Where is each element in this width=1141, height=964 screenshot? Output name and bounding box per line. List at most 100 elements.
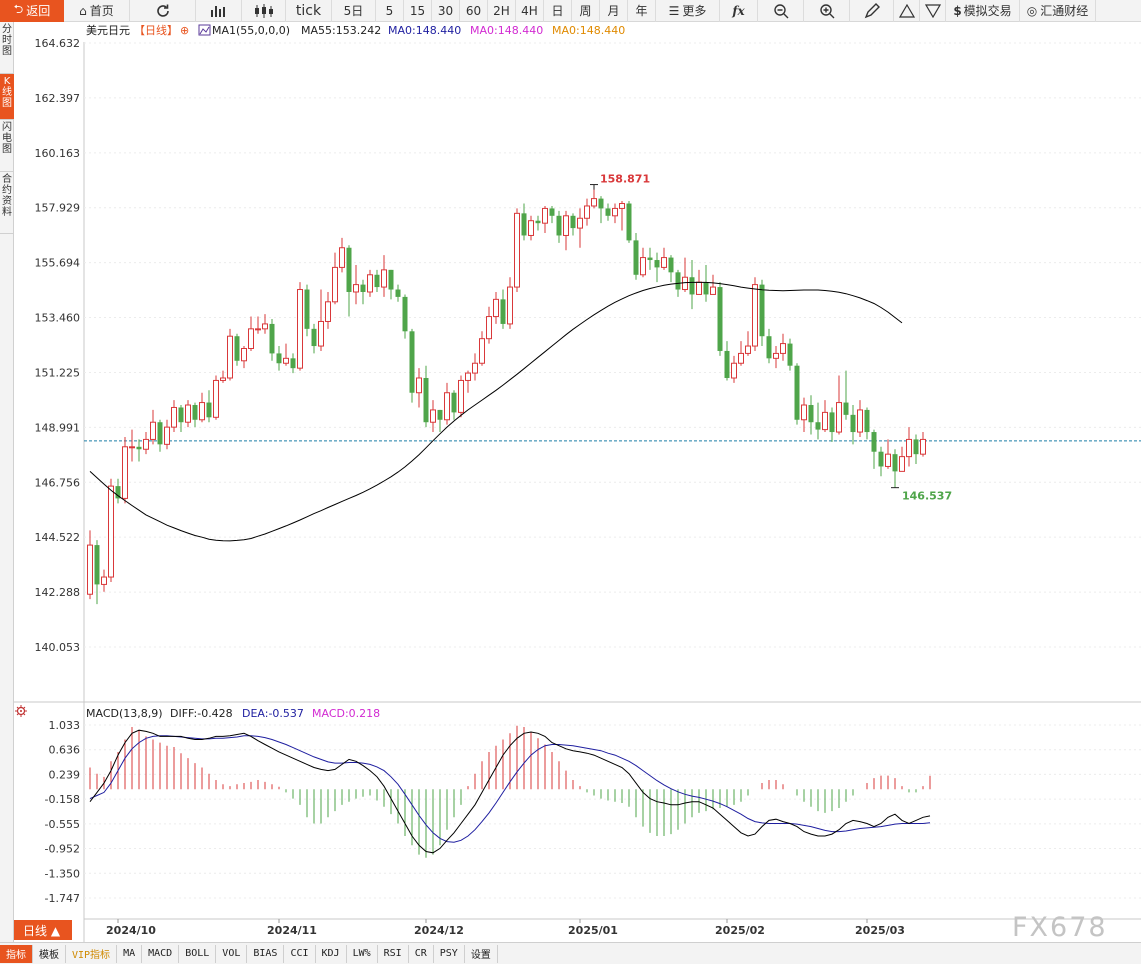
price-tick-label: 142.288 — [35, 586, 81, 599]
period-15m-button[interactable]: 15 — [404, 0, 432, 22]
candle-body-up — [822, 411, 828, 431]
candle-body-up — [318, 320, 324, 347]
price-tick-label: 155.694 — [35, 257, 81, 270]
macd-tick-label: 0.239 — [49, 768, 81, 781]
price-tick-label: 140.053 — [35, 641, 81, 654]
sidebar-item-kline[interactable]: K线图 — [0, 74, 14, 120]
candle-body-up — [325, 301, 331, 322]
period-day-button[interactable]: 日 — [544, 0, 572, 22]
candle-body-down — [654, 260, 660, 268]
sim-trade-button[interactable]: $ 模拟交易 — [946, 0, 1020, 22]
indicator-tab[interactable]: PSY — [434, 944, 465, 963]
home-label: 首页 — [89, 4, 114, 18]
bar-chart-button[interactable] — [196, 0, 242, 22]
indicator-tab[interactable]: CCI — [284, 944, 316, 963]
candle-body-down — [626, 203, 632, 241]
indicator-tab[interactable]: 模板 — [33, 944, 66, 963]
indicator-tab[interactable]: MA — [117, 944, 143, 963]
candle-body-up — [563, 215, 569, 236]
period-5d-button[interactable]: 5日 — [332, 0, 376, 22]
macd-legend-macd: MACD:0.218 — [312, 707, 380, 720]
candle-body-up — [773, 352, 779, 359]
candle-body-up — [255, 328, 261, 331]
candle-body-up — [283, 357, 289, 364]
back-button[interactable]: ⮌ 返回 — [0, 0, 64, 22]
period-week-button[interactable]: 周 — [572, 0, 600, 22]
price-tick-label: 160.163 — [35, 147, 81, 160]
zoom-out-button[interactable] — [758, 0, 804, 22]
candle-body-down — [689, 277, 695, 295]
candle-body-up — [150, 421, 156, 440]
period-month-button[interactable]: 月 — [600, 0, 628, 22]
candle-body-up — [122, 446, 128, 499]
sidebar-item-timeshare[interactable]: 分时图 — [0, 22, 14, 74]
indicator-tab[interactable]: BOLL — [179, 944, 217, 963]
macd-legend-diff: DIFF:-0.428 — [170, 707, 233, 720]
more-button[interactable]: ☰ 更多 — [656, 0, 720, 22]
indicator-tab[interactable]: MACD — [142, 944, 180, 963]
brand-button[interactable]: ◎ 汇通财经 — [1020, 0, 1096, 22]
period-5m-label: 5 — [385, 3, 394, 18]
zoom-in-button[interactable] — [804, 0, 850, 22]
candle-body-up — [486, 316, 492, 340]
kline-chart[interactable]: 164.632 162.397 160.163 157.929 155.694 153.4… — [14, 22, 1141, 942]
indicator-tab[interactable]: RSI — [378, 944, 409, 963]
candle-body-up — [738, 352, 744, 364]
candle-body-down — [787, 343, 793, 366]
candle-body-up — [171, 406, 177, 428]
indicator-tab[interactable]: LW% — [347, 944, 378, 963]
candle-body-up — [108, 485, 114, 578]
indicator-tab[interactable]: KDJ — [316, 944, 347, 963]
tick-button[interactable]: tick — [286, 0, 332, 22]
price-tick-label: 153.460 — [35, 312, 81, 325]
draw-button[interactable] — [850, 0, 894, 22]
legend-period-icon[interactable]: ⊕ — [180, 24, 189, 37]
formula-button[interactable]: fx — [720, 0, 758, 22]
candlestick-icon — [254, 3, 273, 18]
macd-tick-label: -0.158 — [45, 793, 80, 806]
indicator-tab[interactable]: 指标 — [0, 944, 33, 963]
triangle-down-button[interactable] — [920, 0, 946, 22]
sidebar-item-contract[interactable]: 合约资料 — [0, 172, 14, 234]
candle-body-up — [248, 328, 254, 350]
price-tick-label: 164.632 — [35, 37, 81, 50]
zoom-in-icon — [819, 3, 834, 18]
period-15m-label: 15 — [409, 3, 426, 18]
indicator-tab[interactable]: 设置 — [465, 944, 498, 963]
sidebar: 分时图 K线图 闪电图 合约资料 — [0, 22, 14, 942]
period-60m-button[interactable]: 60 — [460, 0, 488, 22]
more-label: 更多 — [682, 4, 707, 18]
period-5m-button[interactable]: 5 — [376, 0, 404, 22]
pencil-icon — [864, 2, 880, 18]
period-select-label[interactable]: 日线 ▲ — [23, 924, 61, 938]
candle-body-down — [136, 446, 142, 450]
candle-body-up — [416, 377, 422, 394]
indicator-tab[interactable]: BIAS — [247, 944, 285, 963]
indicator-tab[interactable]: VOL — [216, 944, 248, 963]
period-year-button[interactable]: 年 — [628, 0, 656, 22]
triangle-up-button[interactable] — [894, 0, 920, 22]
candlestick-button[interactable] — [242, 0, 286, 22]
candle-body-up — [899, 456, 905, 472]
candle-body-down — [402, 296, 408, 332]
period-2h-button[interactable]: 2H — [488, 0, 516, 22]
candle-body-down — [178, 407, 184, 423]
settings-gear-icon[interactable] — [15, 705, 27, 717]
indicator-tabs: 指标 模板 VIP指标 MA MACD BOLL VOL BIAS CCI KDJ LW% RSI CR… — [0, 942, 1141, 964]
period-day-label: 日 — [551, 4, 564, 18]
candle-body-up — [745, 345, 751, 354]
period-4h-button[interactable]: 4H — [516, 0, 544, 22]
candle-body-down — [605, 208, 611, 216]
legend-period[interactable]: 【日线】 — [134, 23, 178, 37]
indicator-tab[interactable]: VIP指标 — [66, 944, 118, 963]
refresh-button[interactable] — [130, 0, 196, 22]
sidebar-item-flash[interactable]: 闪电图 — [0, 120, 14, 172]
candle-body-down — [437, 409, 443, 420]
chart-area[interactable]: 164.632 162.397 160.163 157.929 155.694 153.4… — [14, 22, 1141, 942]
candle-body-down — [794, 365, 800, 420]
indicator-tab[interactable]: CR — [409, 944, 434, 963]
candle-body-up — [101, 576, 107, 585]
period-30m-button[interactable]: 30 — [432, 0, 460, 22]
candle-body-down — [451, 392, 457, 413]
home-button[interactable]: ⌂ 首页 — [64, 0, 130, 22]
